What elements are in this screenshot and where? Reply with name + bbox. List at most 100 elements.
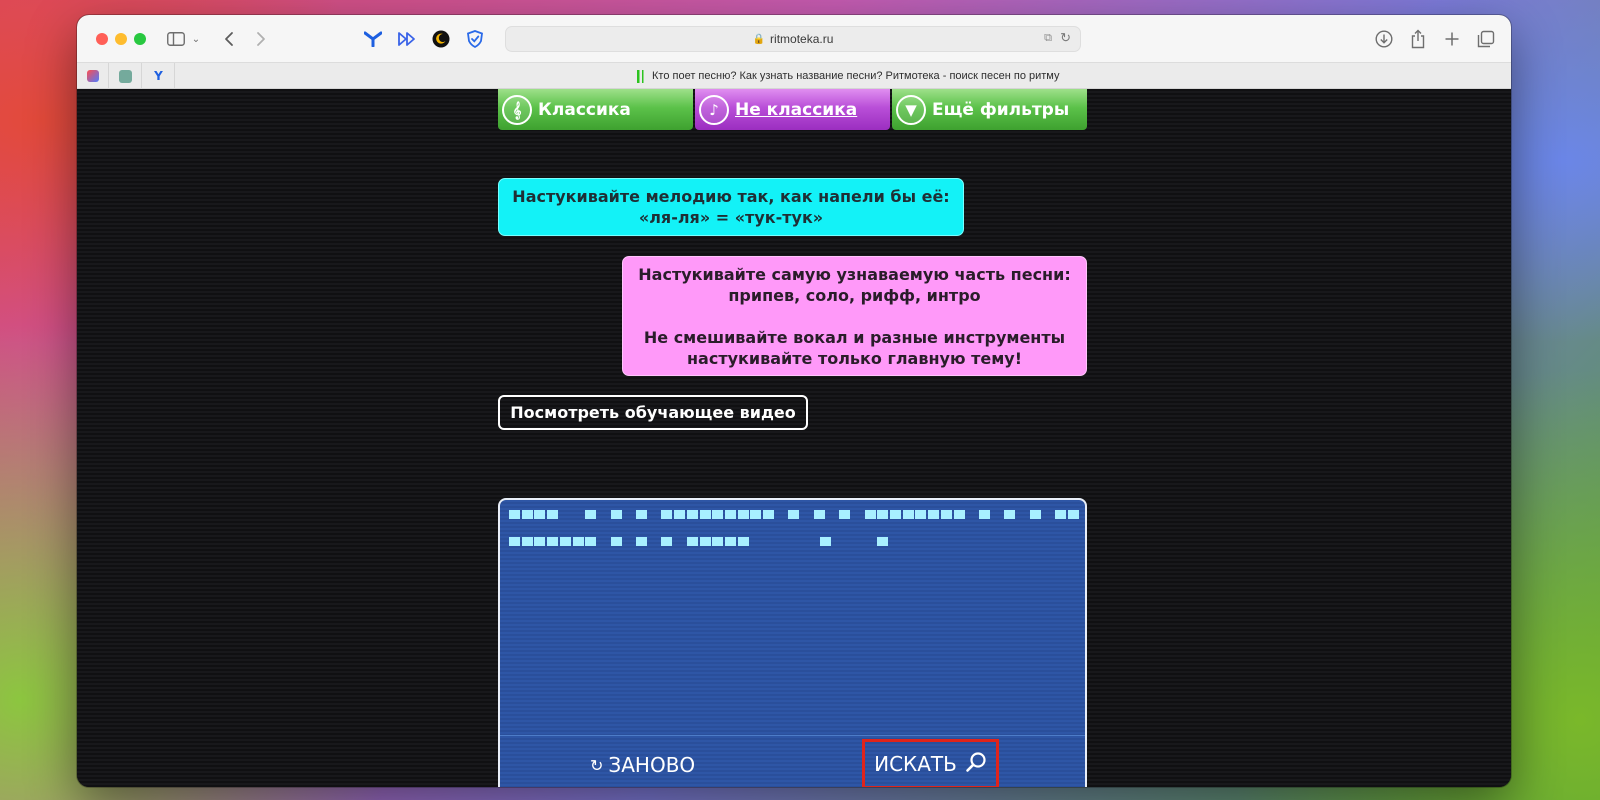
reset-button[interactable]: ↻ ЗАНОВО (590, 750, 695, 780)
melody-tip-line1: Настукивайте мелодию так, как напели бы … (512, 187, 950, 206)
yandex-tab-icon: Y (154, 69, 163, 83)
part-tip-line1: Настукивайте самую узнаваемую часть песн… (638, 264, 1071, 284)
rhythm-beat (661, 537, 673, 546)
night-mode-extension-icon[interactable] (431, 27, 451, 51)
pinned-tab-2[interactable] (110, 63, 142, 89)
fast-forward-extension-icon[interactable] (397, 27, 417, 51)
close-window-button[interactable] (96, 33, 108, 45)
rhythm-beat (928, 510, 940, 519)
active-tab[interactable]: Кто поет песню? Как узнать название песн… (637, 63, 1059, 89)
rhythm-beat (737, 537, 749, 546)
back-icon[interactable] (221, 27, 237, 51)
rhythm-beat (1067, 510, 1079, 519)
rhythm-beat (534, 510, 546, 519)
melody-tip: Настукивайте мелодию так, как напели бы … (498, 178, 964, 236)
guitar-icon: ♪ (699, 94, 729, 125)
rhythm-beat (699, 537, 711, 546)
url-text: ritmoteka.ru (770, 32, 834, 46)
filter-nonclassic-button[interactable]: ♪ Не классика (695, 89, 890, 130)
minimize-window-button[interactable] (115, 33, 127, 45)
song-part-tip: Настукивайте самую узнаваемую часть песн… (622, 256, 1087, 376)
new-tab-icon[interactable] (1441, 27, 1463, 51)
rhythm-beat (509, 537, 520, 546)
chatgpt-icon (119, 69, 132, 83)
chevron-down-icon[interactable]: ⌄ (190, 27, 202, 51)
mix-tip-line2: настукивайте только главную тему! (687, 348, 1022, 368)
rhythm-beat (1029, 510, 1041, 519)
rhythm-beat (953, 510, 965, 519)
melody-tip-line2: «ля-ля» = «тук-тук» (638, 208, 824, 227)
filter-more-label: Ещё фильтры (932, 99, 1070, 120)
rhythm-beat (559, 537, 571, 546)
rhythm-beat (712, 537, 724, 546)
rhythm-row-2 (509, 535, 1079, 562)
search-label: ИСКАТЬ (874, 752, 957, 776)
rhythm-beat (940, 510, 952, 519)
browser-toolbar: ⌄ 🔒 ritmoteka.ru ⧉ ↻ (77, 15, 1511, 62)
violin-icon: 𝄞 (502, 94, 532, 125)
rhythm-beat (902, 510, 914, 519)
filter-classic-label: Классика (538, 99, 631, 120)
rhythm-beat (724, 537, 736, 546)
address-bar[interactable]: 🔒 ritmoteka.ru ⧉ ↻ (505, 26, 1081, 52)
yandex-extension-icon[interactable] (363, 27, 383, 51)
pinned-tab-3[interactable]: Y (143, 63, 175, 89)
rhythm-beat (724, 510, 736, 519)
rhythm-beat (788, 510, 800, 519)
lock-icon: 🔒 (752, 33, 766, 45)
filter-classic-button[interactable]: 𝄞 Классика (498, 89, 693, 130)
rhythm-tap-area[interactable]: ↻ ЗАНОВО ИСКАТЬ (498, 498, 1087, 787)
search-icon (965, 751, 987, 778)
tab-bar: Y Кто поет песню? Как узнать название пе… (77, 62, 1511, 89)
filter-bar: 𝄞 Классика ♪ Не классика ▼ Ещё фильтры (498, 89, 1087, 130)
rhythm-beat (813, 510, 825, 519)
share-icon[interactable] (1407, 27, 1429, 51)
rhythm-beat (547, 510, 559, 519)
rhythm-beat (864, 510, 876, 519)
rhythm-beat (521, 537, 533, 546)
mix-tip-line1: Не смешивайте вокал и разные инструменты (643, 327, 1066, 347)
tutorial-video-button[interactable]: Посмотреть обучающее видео (498, 395, 808, 430)
rhythm-beat (820, 537, 832, 546)
rhythm-display (509, 508, 1079, 562)
shield-extension-icon[interactable] (465, 27, 485, 51)
sidebar-icon[interactable] (166, 27, 186, 51)
translate-icon[interactable]: ⧉ (1044, 32, 1052, 45)
zoom-window-button[interactable] (134, 33, 146, 45)
rhythm-beat (877, 537, 889, 546)
rhythm-beat (1004, 510, 1016, 519)
rhythm-beat (763, 510, 774, 519)
rhythm-beat (610, 537, 622, 546)
rhythm-beat (547, 537, 559, 546)
tutorial-video-label: Посмотреть обучающее видео (510, 403, 796, 422)
browser-window: ⌄ 🔒 ritmoteka.ru ⧉ ↻ Y Кто поет песню? К… (77, 15, 1511, 787)
rhythm-beat (890, 510, 901, 519)
downloads-icon[interactable] (1373, 27, 1395, 51)
rhythm-beat (636, 510, 647, 519)
reload-icon[interactable]: ↻ (1060, 30, 1071, 46)
ritmoteka-favicon (637, 69, 646, 83)
rhythm-beat (534, 537, 546, 546)
rhythm-beat (661, 510, 673, 519)
rhythm-beat (978, 510, 990, 519)
tab-overview-icon[interactable] (1475, 27, 1497, 51)
page-content: 𝄞 Классика ♪ Не классика ▼ Ещё фильтры Н… (77, 89, 1511, 787)
reset-label: ЗАНОВО (608, 753, 696, 777)
pinned-tab-1-icon (86, 70, 99, 82)
rhythm-beat (521, 510, 533, 519)
search-button[interactable]: ИСКАТЬ (862, 739, 999, 787)
rhythm-beat (877, 510, 889, 519)
rhythm-beat (674, 510, 686, 519)
filter-nonclassic-label: Не классика (735, 99, 858, 120)
rhythm-beat (699, 510, 711, 519)
rhythm-beat (686, 510, 698, 519)
rhythm-beat (585, 537, 597, 546)
rhythm-beat (572, 537, 584, 546)
rhythm-beat (585, 510, 597, 519)
filter-more-button[interactable]: ▼ Ещё фильтры (892, 89, 1087, 130)
rhythm-beat (915, 510, 927, 519)
forward-icon[interactable] (253, 27, 269, 51)
rhythm-beat (1055, 510, 1067, 519)
tab-title-text: Кто поет песню? Как узнать название песн… (652, 70, 1060, 82)
pinned-tab-1[interactable] (77, 63, 109, 89)
